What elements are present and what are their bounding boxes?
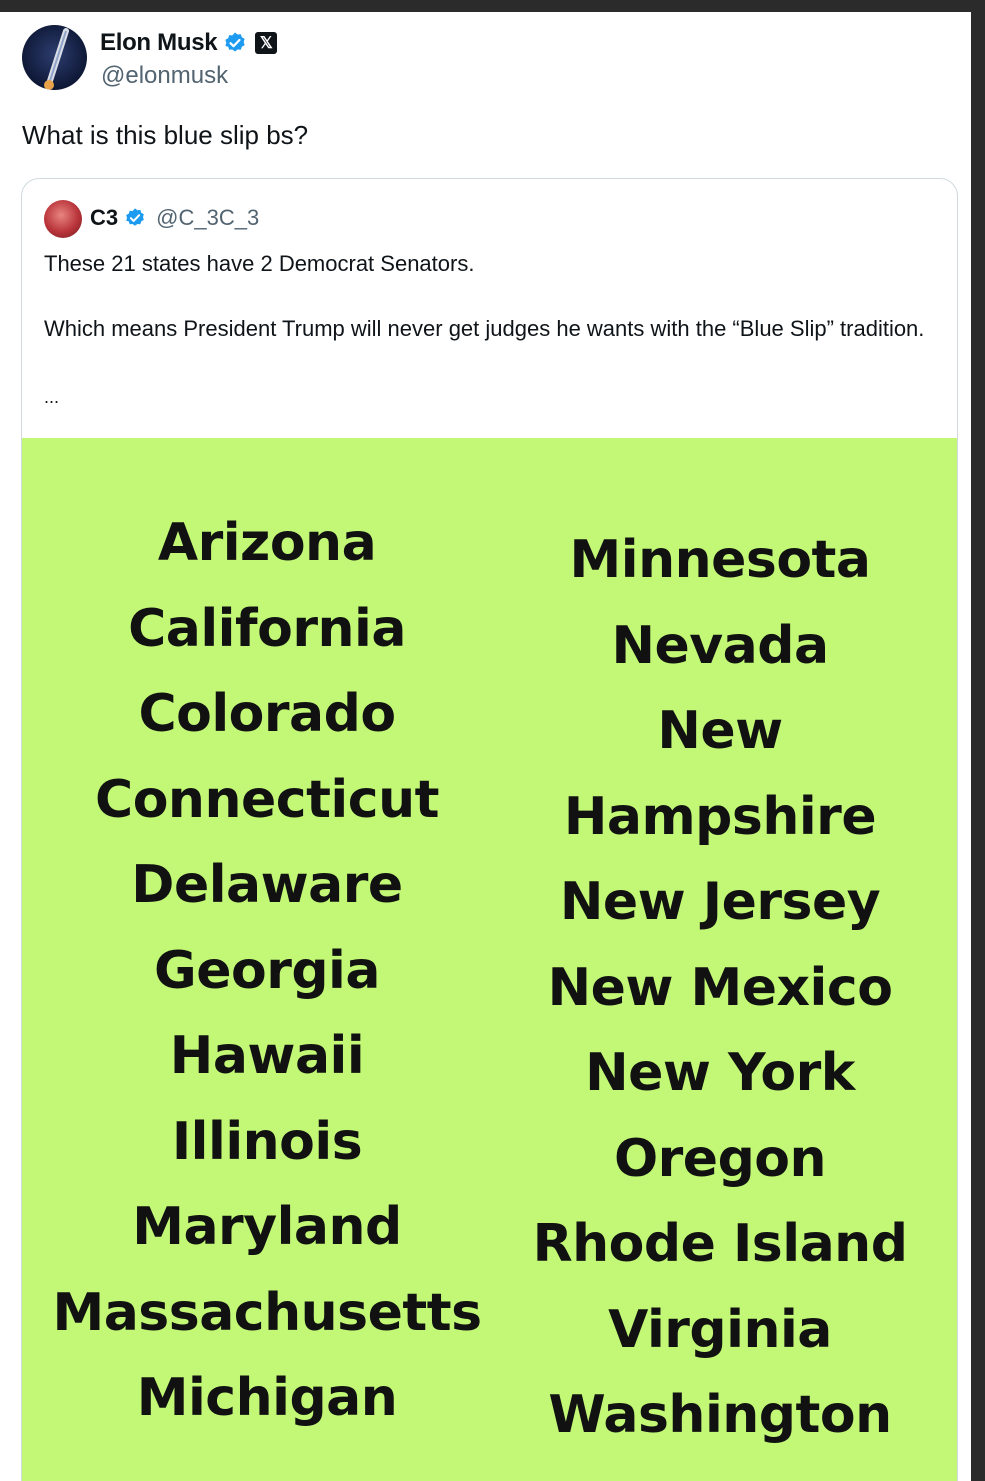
state-name: Connecticut (95, 769, 439, 830)
verified-badge-icon (225, 32, 245, 52)
state-name: Washington (548, 1385, 892, 1445)
state-name: Arizona (157, 513, 377, 573)
state-name: Maryland (132, 1197, 402, 1257)
state-name: Georgia (154, 940, 380, 1001)
state-name: Minnesota (569, 530, 872, 590)
quoted-tweet-text-line-1: These 21 states have 2 Democrat Senators… (44, 251, 475, 276)
state-name: New York (585, 1043, 855, 1103)
author-handle[interactable]: @elonmusk (101, 62, 228, 90)
state-name: Delaware (131, 855, 403, 915)
window-right-edge (971, 0, 985, 1481)
state-name: Oregon (613, 1128, 827, 1189)
tweet-card: Elon Musk 𝕏 @elonmusk What is this blue … (0, 12, 971, 1481)
quoted-tweet[interactable]: C3 @C_3C_3 These 21 states have 2 Democr… (21, 178, 958, 1481)
state-name: New Jersey (559, 872, 881, 932)
states-left-column: Arizona California Colorado Connecticut … (42, 501, 492, 1442)
state-name: Colorado (138, 684, 396, 744)
state-name: Hampshire (563, 786, 877, 847)
quoted-author-name[interactable]: C3 (90, 205, 118, 231)
tweet-text: What is this blue slip bs? (22, 120, 309, 150)
quoted-author-line: C3 @C_3C_3 (90, 203, 259, 233)
author-name[interactable]: Elon Musk (100, 29, 218, 57)
state-name: Virginia (608, 1299, 832, 1360)
quoted-tweet-image[interactable]: Arizona California Colorado Connecticut … (22, 438, 957, 1481)
states-right-column: Minnesota Nevada New Hampshire New Jerse… (495, 518, 945, 1459)
state-name: Hawaii (169, 1026, 365, 1086)
quoted-author-handle[interactable]: @C_3C_3 (156, 205, 259, 231)
state-name: Massachusetts (52, 1282, 482, 1343)
quoted-tweet-text-line-2: Which means President Trump will never g… (44, 316, 925, 341)
x-logo-icon: 𝕏 (255, 32, 278, 54)
verified-badge-icon (126, 208, 144, 226)
quoted-author-avatar[interactable] (44, 200, 82, 238)
state-name: Michigan (136, 1368, 398, 1428)
state-name: Nevada (611, 615, 829, 676)
state-name: Rhode Island (532, 1214, 908, 1274)
state-name: New (657, 701, 783, 761)
author-line: Elon Musk 𝕏 (100, 28, 278, 58)
state-name: California (128, 598, 406, 659)
state-name: New Mexico (547, 957, 893, 1018)
quoted-tweet-ellipsis: ... (44, 387, 60, 407)
state-name: Illinois (171, 1111, 363, 1172)
author-avatar[interactable] (22, 25, 87, 90)
window-top-edge (0, 0, 985, 12)
